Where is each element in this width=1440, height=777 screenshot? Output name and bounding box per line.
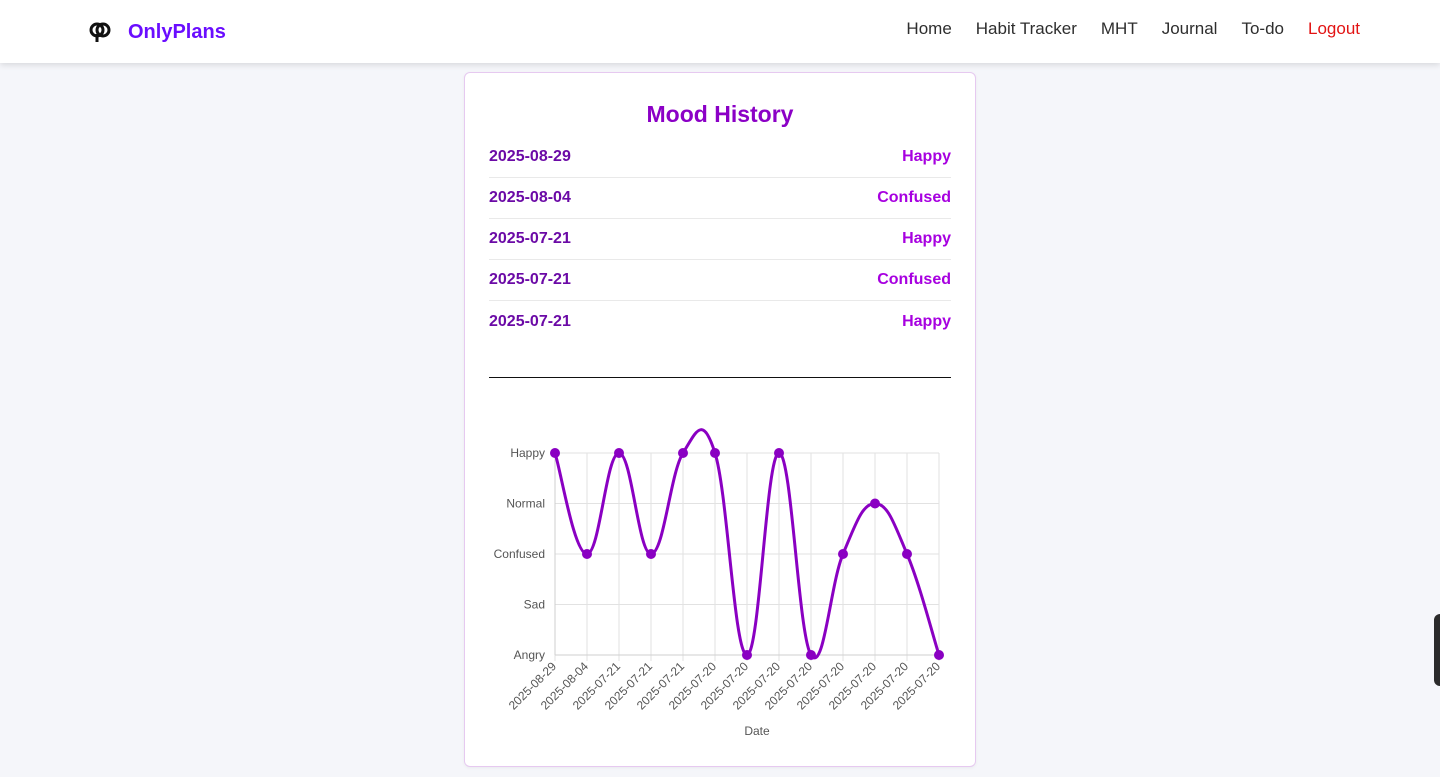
data-point — [902, 549, 912, 559]
mood-list: 2025-08-29 Happy 2025-08-04 Confused 202… — [489, 137, 951, 342]
data-point — [742, 650, 752, 660]
mood-value: Confused — [877, 189, 951, 206]
mood-value: Confused — [877, 271, 951, 288]
mood-value: Happy — [902, 230, 951, 247]
data-point — [646, 549, 656, 559]
brand-logo-icon — [89, 22, 111, 42]
y-tick-label: Angry — [514, 648, 545, 662]
data-point — [614, 448, 624, 458]
nav-habit-tracker[interactable]: Habit Tracker — [976, 19, 1077, 39]
mood-history-card: Mood History 2025-08-29 Happy 2025-08-04… — [464, 72, 976, 767]
navbar: OnlyPlans Home Habit Tracker MHT Journal… — [0, 0, 1440, 63]
mood-date: 2025-07-21 — [489, 230, 571, 247]
nav-logout[interactable]: Logout — [1308, 19, 1360, 39]
brand-name: OnlyPlans — [128, 20, 226, 43]
data-point — [550, 448, 560, 458]
data-point — [838, 549, 848, 559]
mood-entry: 2025-08-04 Confused — [489, 178, 951, 219]
data-point — [934, 650, 944, 660]
mood-value: Happy — [902, 312, 951, 330]
side-panel-handle[interactable] — [1434, 614, 1440, 686]
mood-line-chart: AngrySadConfusedNormalHappy2025-08-29202… — [494, 428, 944, 738]
mood-entry: 2025-07-21 Confused — [489, 260, 951, 301]
mood-date: 2025-07-21 — [489, 271, 571, 288]
card-title: Mood History — [646, 101, 794, 127]
nav-journal[interactable]: Journal — [1162, 19, 1218, 39]
data-point — [710, 448, 720, 458]
data-point — [678, 448, 688, 458]
data-point — [806, 650, 816, 660]
mood-entry: 2025-08-29 Happy — [489, 137, 951, 178]
x-axis-title: Date — [744, 724, 770, 738]
mood-entry: 2025-07-21 Happy — [489, 219, 951, 260]
y-tick-label: Sad — [524, 598, 545, 612]
nav-home[interactable]: Home — [906, 19, 951, 39]
mood-date: 2025-08-29 — [489, 148, 571, 165]
nav-links: Home Habit Tracker MHT Journal To-do Log… — [882, 19, 1360, 39]
mood-value: Happy — [902, 148, 951, 165]
nav-mht[interactable]: MHT — [1101, 19, 1138, 39]
data-point — [774, 448, 784, 458]
y-tick-label: Confused — [494, 547, 545, 561]
divider — [489, 377, 951, 378]
y-tick-label: Normal — [506, 497, 545, 511]
data-point — [582, 549, 592, 559]
nav-todo[interactable]: To-do — [1241, 19, 1284, 39]
mood-entry: 2025-07-21 Happy — [489, 301, 951, 342]
data-point — [870, 498, 880, 509]
mood-date: 2025-07-21 — [489, 312, 571, 330]
brand[interactable]: OnlyPlans — [88, 18, 226, 46]
mood-date: 2025-08-04 — [489, 189, 571, 206]
y-tick-label: Happy — [510, 446, 545, 460]
